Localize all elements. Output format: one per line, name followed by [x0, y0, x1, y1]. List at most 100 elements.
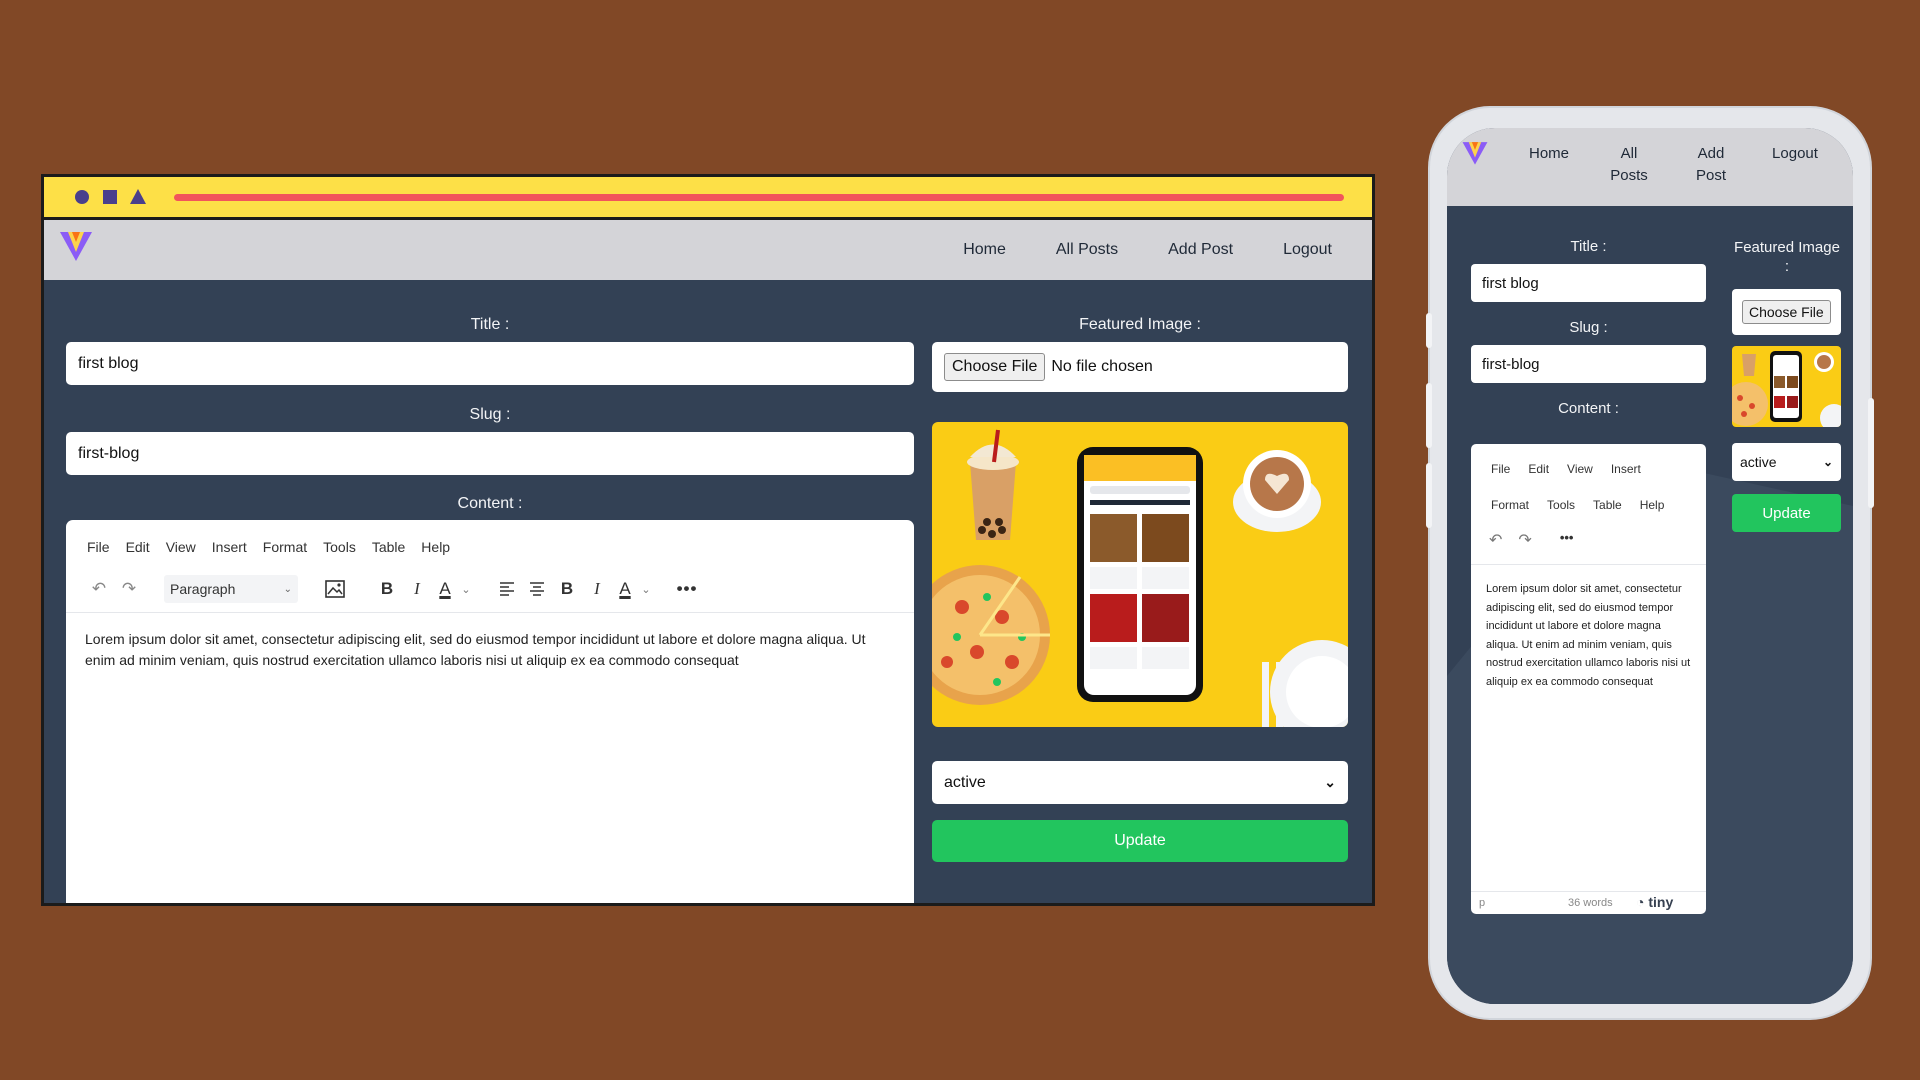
nav-all-line2: Posts [1610, 167, 1648, 184]
update-button[interactable]: Update [932, 820, 1348, 862]
slug-input[interactable]: first-blog [66, 432, 914, 475]
editor-menubar: File Edit View Insert [1491, 462, 1641, 476]
featured-image-label-colon: : [1784, 258, 1790, 275]
editor-divider [1471, 564, 1706, 565]
nav-links: Home All Posts Add Post Logout [963, 220, 1332, 280]
menu-insert[interactable]: Insert [212, 539, 247, 555]
browser-title-bar [44, 177, 1372, 220]
nav-add-line1: Add [1697, 145, 1725, 162]
chevron-down-icon[interactable]: ⌄ [458, 574, 474, 604]
undo-icon[interactable]: ↶ [1489, 530, 1502, 550]
triangle-shape-icon [130, 189, 146, 204]
featured-image-label: Featured Image : [1079, 316, 1201, 333]
no-file-text: No file chosen [1051, 358, 1153, 375]
choose-file-button[interactable]: Choose File [944, 353, 1046, 381]
block-format-value: Paragraph [170, 581, 236, 597]
nav-logout[interactable]: Logout [1765, 143, 1825, 165]
featured-image-preview [1732, 346, 1841, 427]
more-icon[interactable]: ••• [672, 574, 702, 604]
editor-content[interactable]: Lorem ipsum dolor sit amet, consectetur … [1486, 580, 1696, 691]
logo-icon[interactable] [1461, 139, 1489, 167]
menu-view[interactable]: View [1567, 462, 1593, 476]
menu-tools[interactable]: Tools [1547, 498, 1575, 512]
align-center-icon[interactable] [522, 574, 552, 604]
phone-screen: Home All Posts Add Post Logout Title : f… [1447, 128, 1853, 1004]
tiny-logo-icon[interactable]: ◔ tiny [1636, 894, 1673, 910]
featured-image-preview [932, 422, 1348, 727]
nav-add-post[interactable]: Add Post [1168, 241, 1233, 259]
choose-file-button[interactable]: Choose File [1742, 300, 1831, 324]
phone-side-button [1426, 383, 1432, 448]
italic-icon[interactable]: I [402, 574, 432, 604]
circle-shape-icon [75, 190, 89, 204]
title-label: Title : [1570, 238, 1607, 255]
text-color-icon[interactable]: A [432, 574, 458, 604]
nav-all-line1: All [1620, 145, 1638, 162]
slug-label: Slug : [1569, 319, 1608, 336]
navbar: Home All Posts Add Post Logout [44, 220, 1372, 280]
featured-image-label: Featured Image : [1727, 238, 1847, 276]
nav-home[interactable]: Home [1524, 143, 1574, 165]
align-left-icon[interactable] [492, 574, 522, 604]
menu-format[interactable]: Format [263, 539, 307, 555]
content-label: Content : [1558, 400, 1619, 417]
tiny-mark-icon: ◔ [1636, 894, 1645, 910]
menu-help[interactable]: Help [1640, 498, 1665, 512]
more-icon[interactable]: ••• [1560, 530, 1574, 550]
desktop-browser-mockup: Home All Posts Add Post Logout Title : f… [41, 174, 1375, 906]
slug-input[interactable]: first-blog [1471, 345, 1706, 383]
text-color-icon[interactable]: A [612, 574, 638, 604]
title-input[interactable]: first blog [66, 342, 914, 385]
menu-help[interactable]: Help [421, 539, 450, 555]
menu-format[interactable]: Format [1491, 498, 1529, 512]
menu-view[interactable]: View [166, 539, 196, 555]
menu-table[interactable]: Table [1593, 498, 1622, 512]
menu-file[interactable]: File [1491, 462, 1510, 476]
menu-insert[interactable]: Insert [1611, 462, 1641, 476]
mobile-navbar: Home All Posts Add Post Logout [1447, 128, 1853, 206]
update-button[interactable]: Update [1732, 494, 1841, 532]
food-app-illustration [932, 429, 1348, 727]
redo-icon[interactable]: ↷ [114, 574, 144, 604]
menu-edit[interactable]: Edit [126, 539, 150, 555]
phone-mockup: Home All Posts Add Post Logout Title : f… [1426, 108, 1874, 1018]
editor-menubar: File Edit View Insert Format Tools Table… [87, 539, 450, 555]
nav-logout[interactable]: Logout [1283, 241, 1332, 259]
nav-add-post[interactable]: Add Post [1691, 143, 1731, 187]
menu-file[interactable]: File [87, 539, 110, 555]
nav-home[interactable]: Home [963, 241, 1006, 259]
status-select[interactable]: active ⌄ [932, 761, 1348, 804]
square-shape-icon [103, 190, 117, 204]
italic-icon[interactable]: I [582, 574, 612, 604]
image-icon[interactable] [320, 574, 350, 604]
editor-toolbar: ↶ ↷ ••• [1489, 530, 1573, 550]
title-input[interactable]: first blog [1471, 264, 1706, 302]
editor-content[interactable]: Lorem ipsum dolor sit amet, consectetur … [85, 629, 895, 671]
rich-text-editor: File Edit View Insert Format Tools Table… [66, 520, 914, 903]
block-format-select[interactable]: Paragraph ⌄ [164, 575, 298, 603]
nav-all-posts[interactable]: All Posts [1609, 143, 1649, 187]
status-value: active [1740, 454, 1777, 470]
status-select[interactable]: active ⌄ [1732, 443, 1841, 481]
status-value: active [944, 773, 986, 791]
editor-statusbar: p 36 words ◔ tiny [1471, 891, 1706, 914]
redo-icon[interactable]: ↷ [1518, 530, 1531, 550]
bold-icon[interactable]: B [552, 574, 582, 604]
file-input[interactable]: Choose File [1732, 289, 1841, 335]
content-label: Content : [457, 495, 523, 512]
tiny-brand: tiny [1648, 894, 1674, 910]
word-count[interactable]: 36 words [1568, 897, 1613, 909]
undo-icon[interactable]: ↶ [84, 574, 114, 604]
bold-icon[interactable]: B [372, 574, 402, 604]
menu-table[interactable]: Table [372, 539, 405, 555]
menu-tools[interactable]: Tools [323, 539, 356, 555]
logo-icon[interactable] [58, 228, 94, 264]
title-label: Title : [470, 316, 510, 333]
menu-edit[interactable]: Edit [1528, 462, 1549, 476]
file-input[interactable]: Choose File No file chosen [932, 342, 1348, 392]
chevron-down-icon: ⌄ [283, 583, 292, 595]
nav-all-posts[interactable]: All Posts [1056, 241, 1118, 259]
chevron-down-icon[interactable]: ⌄ [638, 574, 654, 604]
chevron-down-icon: ⌄ [1822, 455, 1833, 469]
url-bar [174, 194, 1344, 201]
